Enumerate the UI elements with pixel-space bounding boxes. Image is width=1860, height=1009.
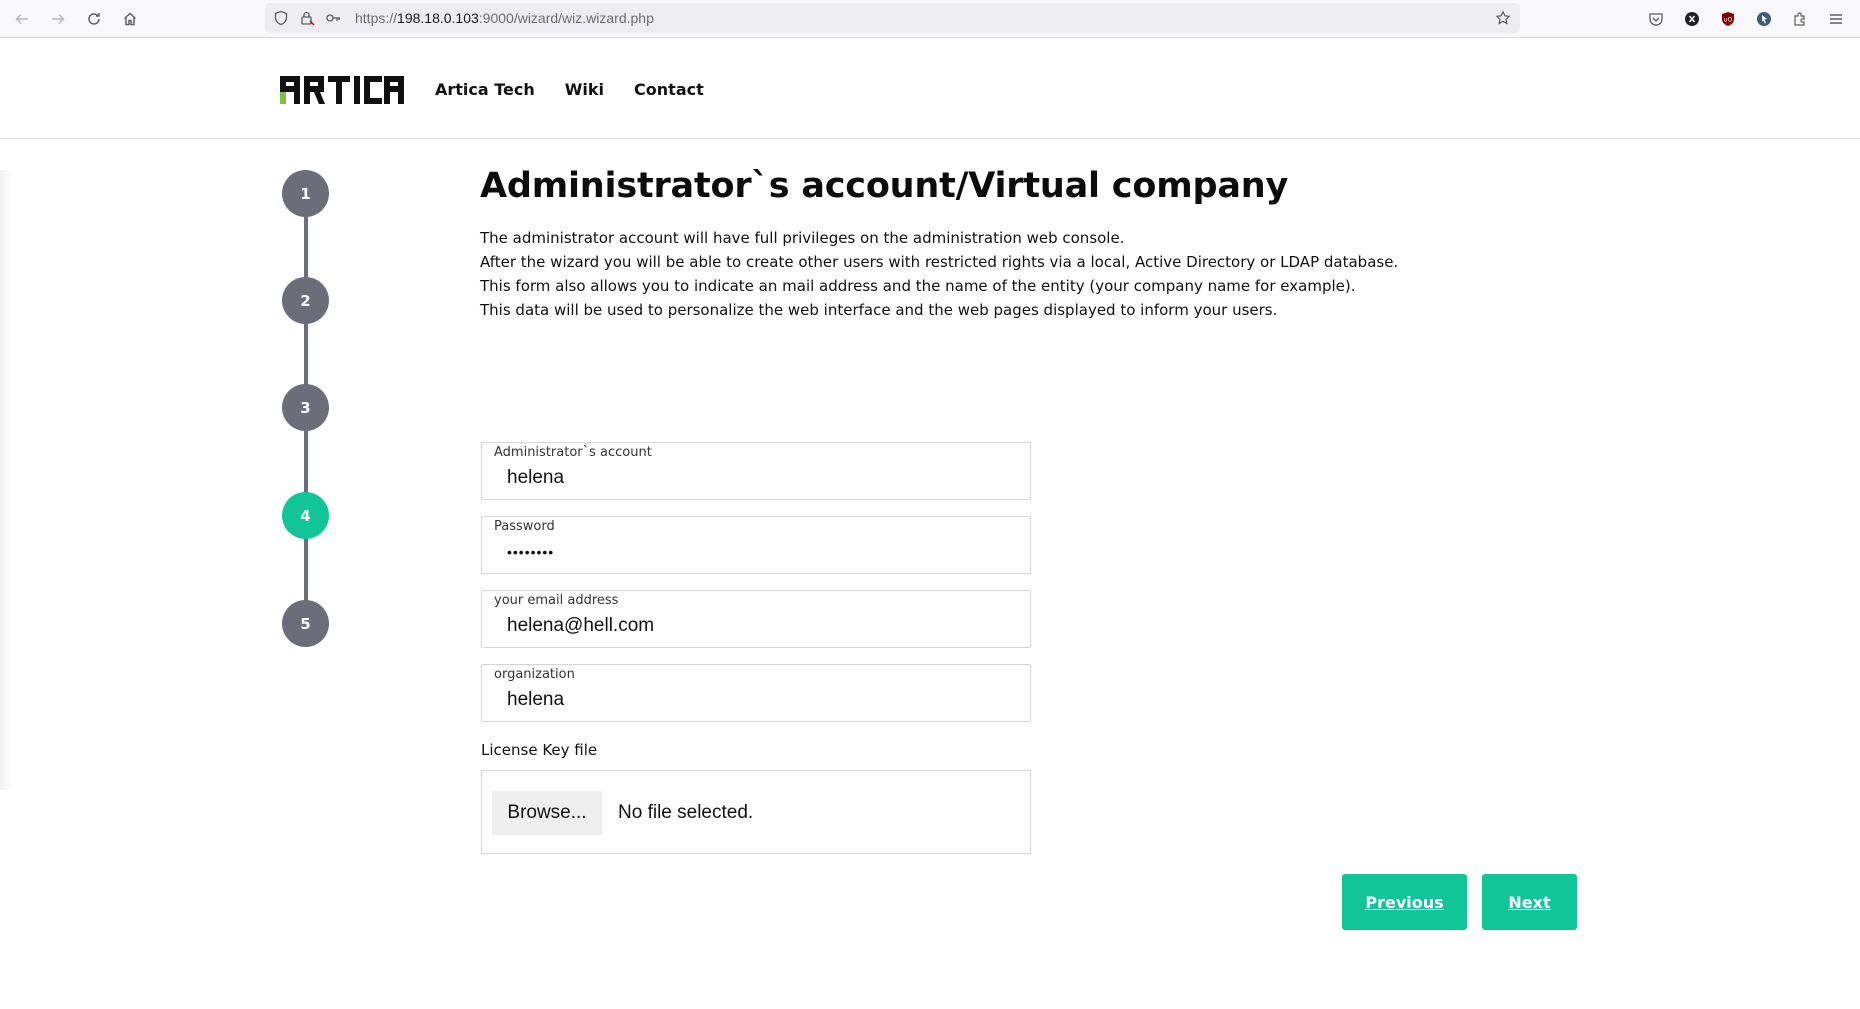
step-3: 3 (282, 384, 329, 431)
license-file-input[interactable]: Browse... No file selected. (481, 770, 1031, 854)
organization-input[interactable] (507, 685, 1007, 715)
browser-toolbar: https://198.18.0.103:9000/wizard/wiz.wiz… (0, 0, 1860, 38)
extensions-puzzle-icon[interactable] (1788, 7, 1812, 31)
password-field[interactable]: Password (481, 516, 1031, 574)
previous-button[interactable]: Previous (1342, 874, 1467, 930)
lock-icon[interactable] (299, 10, 315, 26)
description-line: After the wizard you will be able to cre… (480, 253, 1399, 271)
pocket-icon[interactable] (1644, 7, 1668, 31)
url-bar[interactable]: https://198.18.0.103:9000/wizard/wiz.wiz… (265, 3, 1520, 33)
wizard-steps: 1 2 3 4 5 (282, 170, 330, 650)
cursor-extension-icon[interactable] (1752, 7, 1776, 31)
email-field[interactable]: your email address (481, 590, 1031, 648)
organization-field[interactable]: organization (481, 664, 1031, 722)
nav-wiki[interactable]: Wiki (565, 80, 604, 99)
url-text[interactable]: https://198.18.0.103:9000/wizard/wiz.wiz… (355, 10, 654, 26)
forward-icon[interactable] (46, 7, 70, 31)
file-status: No file selected. (618, 802, 754, 823)
url-prefix: https:// (355, 10, 398, 26)
email-label: your email address (494, 593, 619, 608)
description-line: This data will be used to personalize th… (480, 301, 1278, 319)
artica-logo[interactable] (280, 76, 404, 104)
nav-contact[interactable]: Contact (634, 80, 704, 99)
step-1: 1 (282, 170, 329, 217)
bookmark-star-icon[interactable] (1495, 10, 1511, 26)
url-host: 198.18.0.103 (397, 10, 479, 26)
edge-shadow (0, 170, 12, 790)
shield-icon[interactable] (273, 10, 289, 26)
back-icon[interactable] (10, 7, 34, 31)
next-button[interactable]: Next (1482, 874, 1577, 930)
organization-label: organization (494, 667, 575, 682)
svg-text:uO: uO (1724, 17, 1733, 24)
license-key-label: License Key file (481, 741, 598, 759)
admin-account-input[interactable] (507, 463, 1007, 493)
password-input[interactable] (507, 537, 1007, 567)
email-input[interactable] (507, 611, 1007, 641)
admin-account-field[interactable]: Administrator`s account (481, 442, 1031, 500)
step-5: 5 (282, 600, 329, 647)
key-icon[interactable] (325, 10, 341, 26)
ublock-icon[interactable]: uO (1716, 7, 1740, 31)
hamburger-menu-icon[interactable] (1824, 7, 1848, 31)
reload-icon[interactable] (82, 7, 106, 31)
page-title: Administrator`s account/Virtual company (480, 166, 1289, 206)
extension-x-icon[interactable] (1680, 7, 1704, 31)
step-2: 2 (282, 277, 329, 324)
admin-account-label: Administrator`s account (494, 445, 652, 460)
description: The administrator account will have full… (480, 226, 1399, 322)
step-4-active: 4 (282, 492, 329, 539)
nav-artica-tech[interactable]: Artica Tech (435, 80, 535, 99)
browse-button[interactable]: Browse... (492, 791, 602, 835)
description-line: This form also allows you to indicate an… (480, 277, 1356, 295)
top-nav: Artica Tech Wiki Contact (435, 80, 704, 99)
password-label: Password (494, 519, 555, 534)
description-line: The administrator account will have full… (480, 229, 1125, 247)
url-path: :9000/wizard/wiz.wizard.php (478, 10, 654, 26)
site-header: Artica Tech Wiki Contact (0, 39, 1860, 139)
home-icon[interactable] (118, 7, 142, 31)
